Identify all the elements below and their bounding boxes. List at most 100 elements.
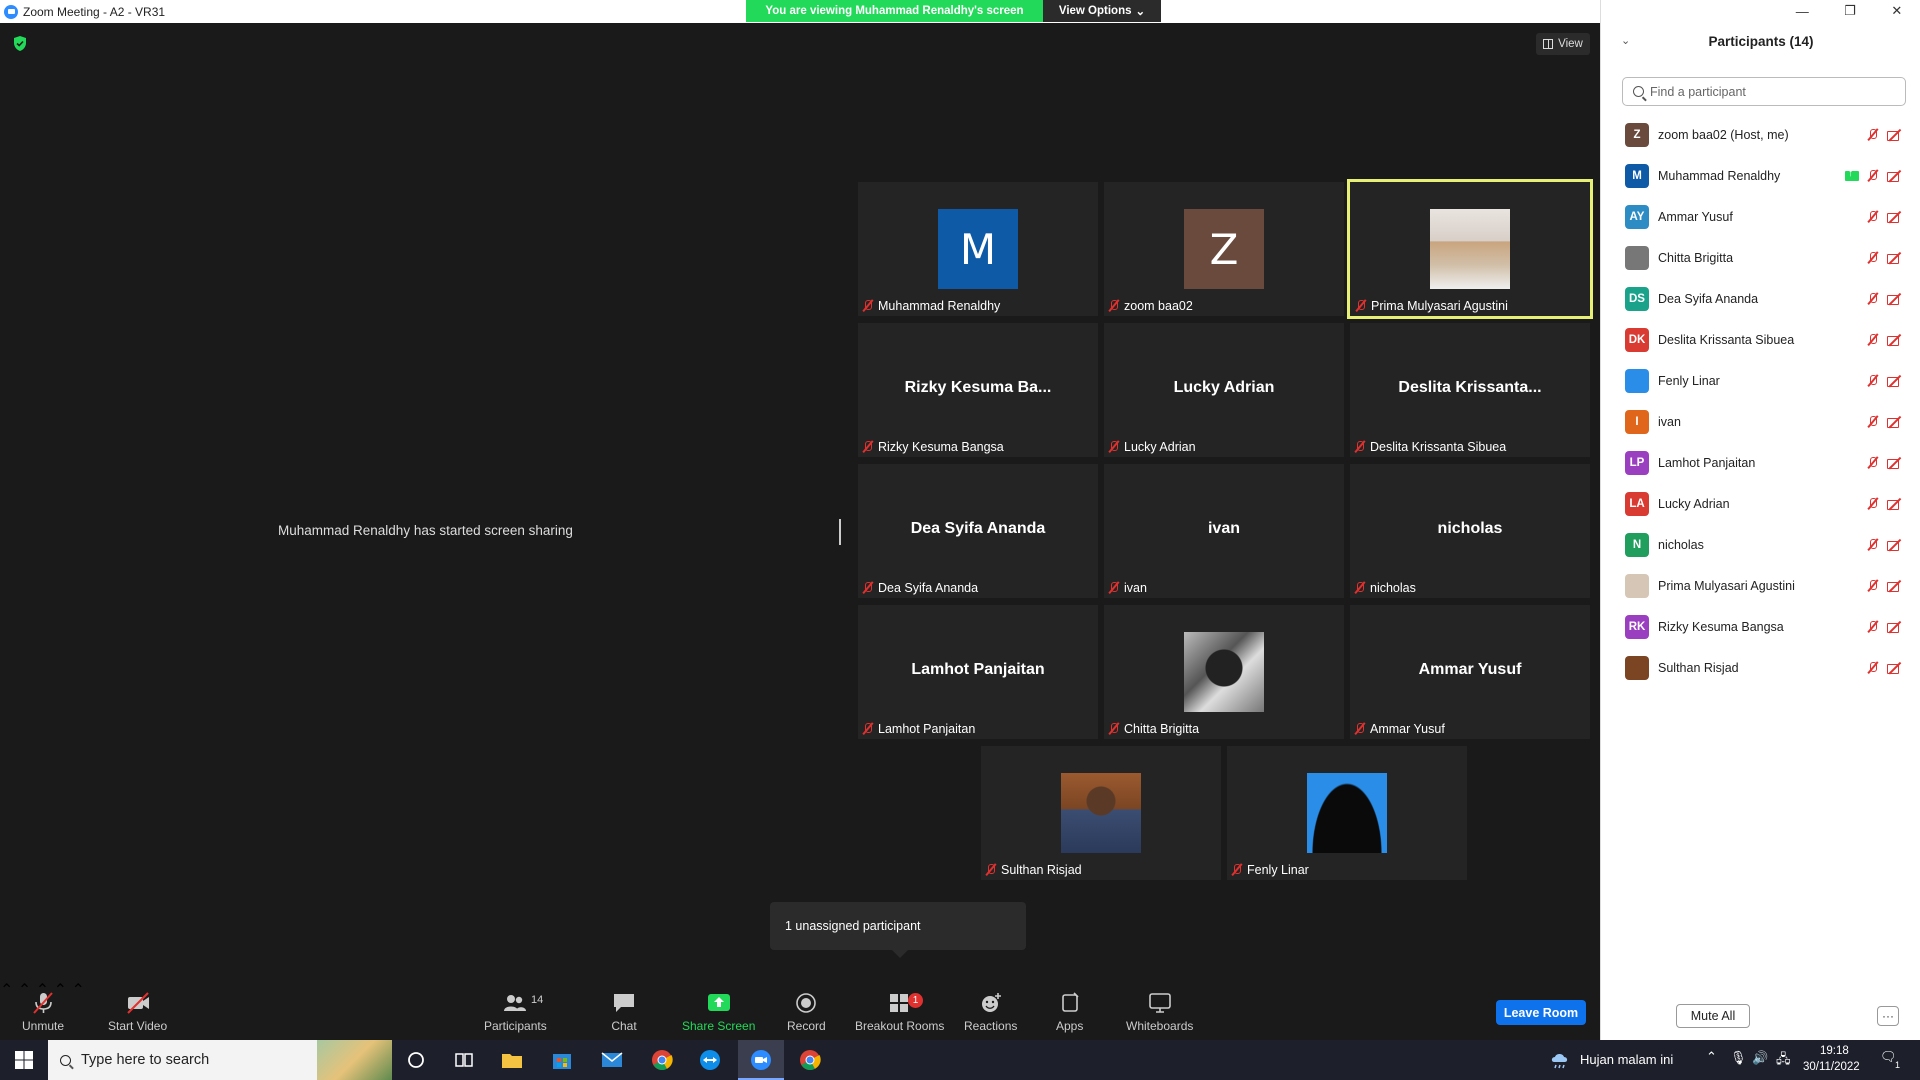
participant-row[interactable]: Prima Mulyasari Agustini <box>1601 565 1920 606</box>
video-off-icon[interactable] <box>1887 662 1903 674</box>
leave-room-button[interactable]: Leave Room <box>1496 1000 1586 1025</box>
share-screen-button[interactable]: Share Screen <box>682 992 755 1033</box>
mute-all-button[interactable]: Mute All <box>1676 1004 1750 1028</box>
tile-display-name: Lamhot Panjaitan <box>911 661 1045 678</box>
video-off-icon[interactable] <box>1887 375 1903 387</box>
shield-icon[interactable] <box>12 35 28 52</box>
mic-muted-icon[interactable] <box>1867 251 1879 265</box>
view-options-button[interactable]: View Options ⌄ <box>1043 0 1161 22</box>
weather-text[interactable]: Hujan malam ini <box>1580 1052 1673 1067</box>
mic-muted-icon[interactable] <box>1867 415 1879 429</box>
mic-muted-icon[interactable] <box>1867 169 1879 183</box>
whiteboard-options-chevron-icon[interactable]: ⌃ <box>71 982 84 999</box>
view-button[interactable]: View <box>1536 33 1590 55</box>
video-tile[interactable]: Chitta Brigitta <box>1104 605 1344 739</box>
breakout-rooms-button[interactable]: Breakout Rooms <box>855 992 944 1033</box>
video-off-icon[interactable] <box>1887 416 1903 428</box>
apps-button[interactable]: Apps <box>1056 992 1083 1033</box>
cortana-icon[interactable] <box>404 1048 428 1072</box>
microphone-icon[interactable]: 🎙 <box>1730 1050 1747 1066</box>
mic-muted-icon[interactable] <box>1867 374 1879 388</box>
video-off-icon[interactable] <box>1887 334 1903 346</box>
more-options-button[interactable]: ··· <box>1877 1006 1899 1026</box>
video-tile[interactable]: nicholas nicholas <box>1350 464 1590 598</box>
video-off-icon[interactable] <box>1887 498 1903 510</box>
mic-muted-icon[interactable] <box>1867 333 1879 347</box>
participant-row[interactable]: Iivan <box>1601 401 1920 442</box>
zoom-taskbar-active[interactable] <box>738 1040 784 1080</box>
mic-muted-icon[interactable] <box>1867 292 1879 306</box>
chrome-icon[interactable] <box>650 1048 674 1072</box>
clock-date[interactable]: 30/11/2022 <box>1803 1061 1860 1073</box>
video-tile[interactable]: Lucky Adrian Lucky Adrian <box>1104 323 1344 457</box>
participant-row[interactable]: Chitta Brigitta <box>1601 237 1920 278</box>
restore-icon[interactable]: ❐ <box>1844 3 1856 19</box>
participant-row[interactable]: DS Dea Syifa Ananda <box>1601 278 1920 319</box>
mic-muted-icon[interactable] <box>1867 579 1879 593</box>
mic-muted-icon[interactable] <box>1867 661 1879 675</box>
video-off-icon[interactable] <box>1887 170 1903 182</box>
minimize-icon[interactable]: — <box>1796 4 1809 19</box>
mic-muted-icon[interactable] <box>1867 210 1879 224</box>
record-button[interactable]: Record <box>787 992 826 1033</box>
mic-muted-icon[interactable] <box>1867 620 1879 634</box>
mic-muted-icon[interactable] <box>1867 128 1879 142</box>
file-explorer-icon[interactable] <box>500 1048 524 1072</box>
participant-row[interactable]: RK Rizky Kesuma Bangsa <box>1601 606 1920 647</box>
mail-icon[interactable] <box>600 1048 624 1072</box>
video-tile[interactable]: Lamhot Panjaitan Lamhot Panjaitan <box>858 605 1098 739</box>
close-icon[interactable]: ✕ <box>1891 3 1902 19</box>
network-icon[interactable]: 🖧 <box>1776 1050 1791 1072</box>
unmute-button[interactable]: Unmute <box>22 992 64 1033</box>
video-tile-active-speaker[interactable]: Prima Mulyasari Agustini <box>1347 179 1593 319</box>
video-off-icon[interactable] <box>1887 293 1903 305</box>
reactions-button[interactable]: Reactions <box>964 992 1017 1033</box>
video-tile[interactable]: M Muhammad Renaldhy <box>858 182 1098 316</box>
mic-muted-icon[interactable] <box>1867 456 1879 470</box>
video-tile[interactable]: Dea Syifa Ananda Dea Syifa Ananda <box>858 464 1098 598</box>
participant-row[interactable]: Nnicholas <box>1601 524 1920 565</box>
participant-row[interactable]: AY Ammar Yusuf <box>1601 196 1920 237</box>
participant-search-input[interactable] <box>1650 84 1890 99</box>
windows-start-icon[interactable] <box>12 1048 36 1072</box>
whiteboards-button[interactable]: Whiteboards <box>1126 992 1193 1033</box>
audio-options-chevron-icon[interactable]: ⌃ <box>0 982 13 999</box>
video-tile[interactable]: Rizky Kesuma Ba... Rizky Kesuma Bangsa <box>858 323 1098 457</box>
teamviewer-icon[interactable] <box>698 1048 722 1072</box>
participant-row[interactable]: LA Lucky Adrian <box>1601 483 1920 524</box>
split-view-divider[interactable] <box>839 519 841 545</box>
video-tile[interactable]: Sulthan Risjad <box>981 746 1221 880</box>
participant-row[interactable]: M Muhammad Renaldhy <box>1601 155 1920 196</box>
participant-row[interactable]: Zzoom baa02 (Host, me) <box>1601 114 1920 155</box>
video-tile[interactable]: Deslita Krissanta... Deslita Krissanta S… <box>1350 323 1590 457</box>
mic-muted-icon[interactable] <box>1867 497 1879 511</box>
start-video-button[interactable]: Start Video <box>108 992 167 1033</box>
tray-chevron-icon[interactable]: ⌃ <box>1706 1049 1717 1065</box>
chrome-profile-icon[interactable] <box>798 1048 822 1072</box>
video-tile[interactable]: Ammar Yusuf Ammar Yusuf <box>1350 605 1590 739</box>
participant-row[interactable]: DK Deslita Krissanta Sibuea <box>1601 319 1920 360</box>
video-off-icon[interactable] <box>1887 580 1903 592</box>
clock-time[interactable]: 19:18 <box>1820 1045 1849 1057</box>
taskbar-search[interactable] <box>48 1040 392 1080</box>
video-off-icon[interactable] <box>1887 252 1903 264</box>
participant-search[interactable] <box>1622 77 1906 106</box>
participant-row[interactable]: Fenly Linar <box>1601 360 1920 401</box>
taskbar-search-input[interactable] <box>81 1052 281 1068</box>
unassigned-participant-popup[interactable]: 1 unassigned participant <box>770 902 1026 958</box>
volume-icon[interactable]: 🔊 <box>1752 1050 1768 1066</box>
video-tile[interactable]: Z zoom baa02 <box>1104 182 1344 316</box>
microsoft-store-icon[interactable] <box>550 1048 574 1072</box>
chat-button[interactable]: Chat <box>611 992 637 1033</box>
video-off-icon[interactable] <box>1887 621 1903 633</box>
video-tile[interactable]: Fenly Linar <box>1227 746 1467 880</box>
task-view-icon[interactable] <box>452 1048 476 1072</box>
video-off-icon[interactable] <box>1887 129 1903 141</box>
video-tile[interactable]: ivan ivan <box>1104 464 1344 598</box>
participant-row[interactable]: Sulthan Risjad <box>1601 647 1920 688</box>
video-off-icon[interactable] <box>1887 211 1903 223</box>
mic-muted-icon[interactable] <box>1867 538 1879 552</box>
video-off-icon[interactable] <box>1887 457 1903 469</box>
video-off-icon[interactable] <box>1887 539 1903 551</box>
participant-row[interactable]: LP Lamhot Panjaitan <box>1601 442 1920 483</box>
